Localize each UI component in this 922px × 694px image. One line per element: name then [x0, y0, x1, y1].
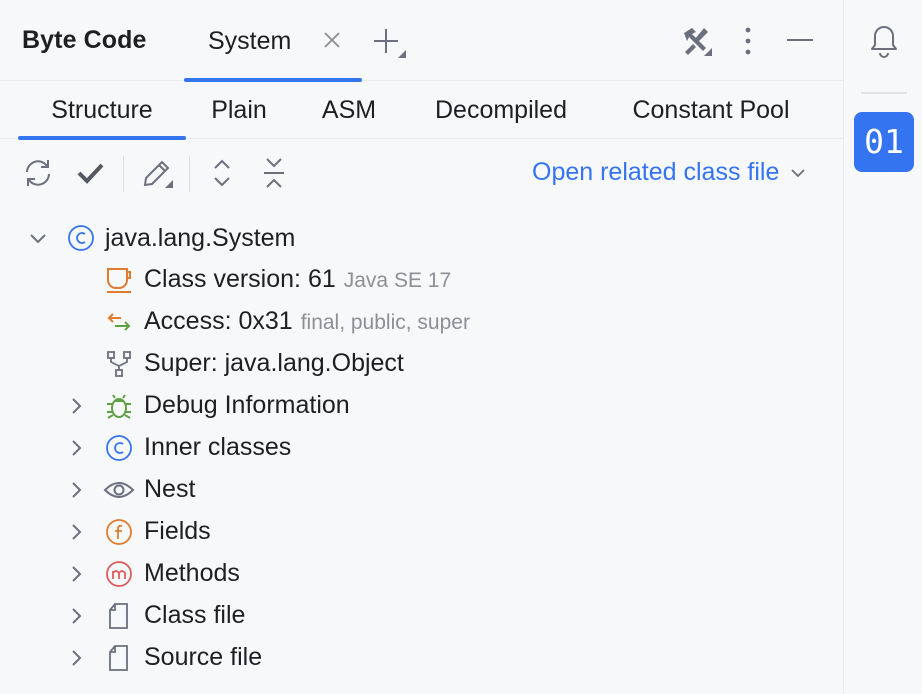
- more-options-icon[interactable]: [731, 24, 765, 58]
- expand-all-icon[interactable]: [205, 156, 239, 190]
- close-icon[interactable]: [320, 28, 344, 52]
- chevron-right-icon[interactable]: [66, 522, 86, 542]
- bytecode-tool-window: Byte Code System Structure Plain ASM Dec…: [0, 0, 843, 694]
- chevron-right-icon[interactable]: [66, 438, 86, 458]
- toolbar-separator: [123, 156, 124, 192]
- chevron-down-icon[interactable]: [28, 228, 48, 248]
- hierarchy-icon: [107, 351, 131, 377]
- field-icon: [106, 519, 132, 545]
- tree-item-source-file[interactable]: Source file: [0, 637, 843, 679]
- tree-item-nest[interactable]: Nest: [0, 469, 843, 511]
- notifications-bell-icon[interactable]: [866, 20, 902, 60]
- file-icon: [109, 603, 128, 629]
- tree-item-access[interactable]: Access: 0x31 final, public, super: [0, 301, 843, 343]
- chevron-down-icon: [791, 168, 805, 177]
- tab-decompiled[interactable]: Decompiled: [417, 81, 585, 139]
- class-icon: [106, 435, 132, 461]
- checkmark-icon[interactable]: [74, 156, 108, 190]
- tree-item-label: Class file: [144, 601, 246, 629]
- tool-window-header: Byte Code System: [0, 0, 843, 82]
- view-tabs: Structure Plain ASM Decompiled Constant …: [0, 81, 843, 140]
- tab-system[interactable]: System: [184, 0, 362, 82]
- refresh-icon[interactable]: [21, 156, 55, 190]
- chevron-right-icon[interactable]: [66, 396, 86, 416]
- add-tab-icon[interactable]: [372, 26, 408, 60]
- chevron-right-icon[interactable]: [66, 480, 86, 500]
- tree-item-debug-information[interactable]: Debug Information: [0, 385, 843, 427]
- tree-item-label: Source file: [144, 643, 263, 671]
- class-icon: [68, 225, 94, 251]
- tab-constant-pool[interactable]: Constant Pool: [612, 81, 810, 139]
- class-version-detail: Java SE 17: [343, 269, 452, 292]
- access-detail: final, public, super: [300, 311, 470, 334]
- edit-pencil-icon[interactable]: [140, 156, 174, 190]
- tab-label: System: [208, 27, 292, 55]
- toolbar: Open related class file: [0, 140, 843, 206]
- tree-item-label: Access: 0x31 final, public, super: [144, 307, 470, 336]
- tree-item-class-file[interactable]: Class file: [0, 595, 843, 637]
- tree-item-inner-classes[interactable]: Inner classes: [0, 427, 843, 469]
- class-version-text: Class version: 61: [144, 265, 336, 293]
- chevron-right-icon[interactable]: [66, 606, 86, 626]
- eye-icon: [103, 482, 135, 498]
- tree-root-label: java.lang.System: [105, 224, 296, 252]
- tree-root-row[interactable]: java.lang.System: [0, 217, 843, 259]
- method-icon: [106, 561, 132, 587]
- tree-item-label: Fields: [144, 517, 211, 545]
- build-tools-icon[interactable]: [679, 24, 713, 58]
- tree-item-label: Inner classes: [144, 433, 292, 461]
- tab-structure[interactable]: Structure: [18, 81, 186, 140]
- chevron-right-icon[interactable]: [66, 564, 86, 584]
- tree-item-label: Nest: [144, 475, 196, 503]
- tree-item-label: Methods: [144, 559, 240, 587]
- tree-item-fields[interactable]: Fields: [0, 511, 843, 553]
- tree-item-methods[interactable]: Methods: [0, 553, 843, 595]
- tree-item-label: Debug Information: [144, 391, 350, 419]
- tab-asm[interactable]: ASM: [310, 81, 388, 139]
- related-link-label: Open related class file: [532, 158, 780, 186]
- open-related-class-file-link[interactable]: Open related class file: [532, 158, 807, 187]
- strip-separator: [861, 92, 907, 94]
- file-icon: [109, 645, 128, 671]
- tool-window-title: Byte Code: [22, 26, 147, 54]
- cup-icon: [107, 268, 131, 293]
- bug-icon: [107, 394, 131, 419]
- toolbar-separator: [189, 156, 190, 192]
- collapse-all-icon[interactable]: [257, 156, 291, 190]
- tree-item-label: Super: java.lang.Object: [144, 349, 404, 377]
- bytecode-viewer-button[interactable]: 01: [854, 112, 914, 172]
- tree-item-super[interactable]: Super: java.lang.Object: [0, 343, 843, 385]
- tree-item-class-version[interactable]: Class version: 61 Java SE 17: [0, 259, 843, 301]
- right-tool-strip: 01: [843, 0, 922, 694]
- tab-plain[interactable]: Plain: [198, 81, 280, 139]
- tree-item-label: Class version: 61 Java SE 17: [144, 265, 451, 294]
- access-text: Access: 0x31: [144, 307, 293, 335]
- minimize-icon[interactable]: [783, 24, 817, 58]
- chevron-right-icon[interactable]: [66, 648, 86, 668]
- access-arrows-icon: [107, 313, 131, 331]
